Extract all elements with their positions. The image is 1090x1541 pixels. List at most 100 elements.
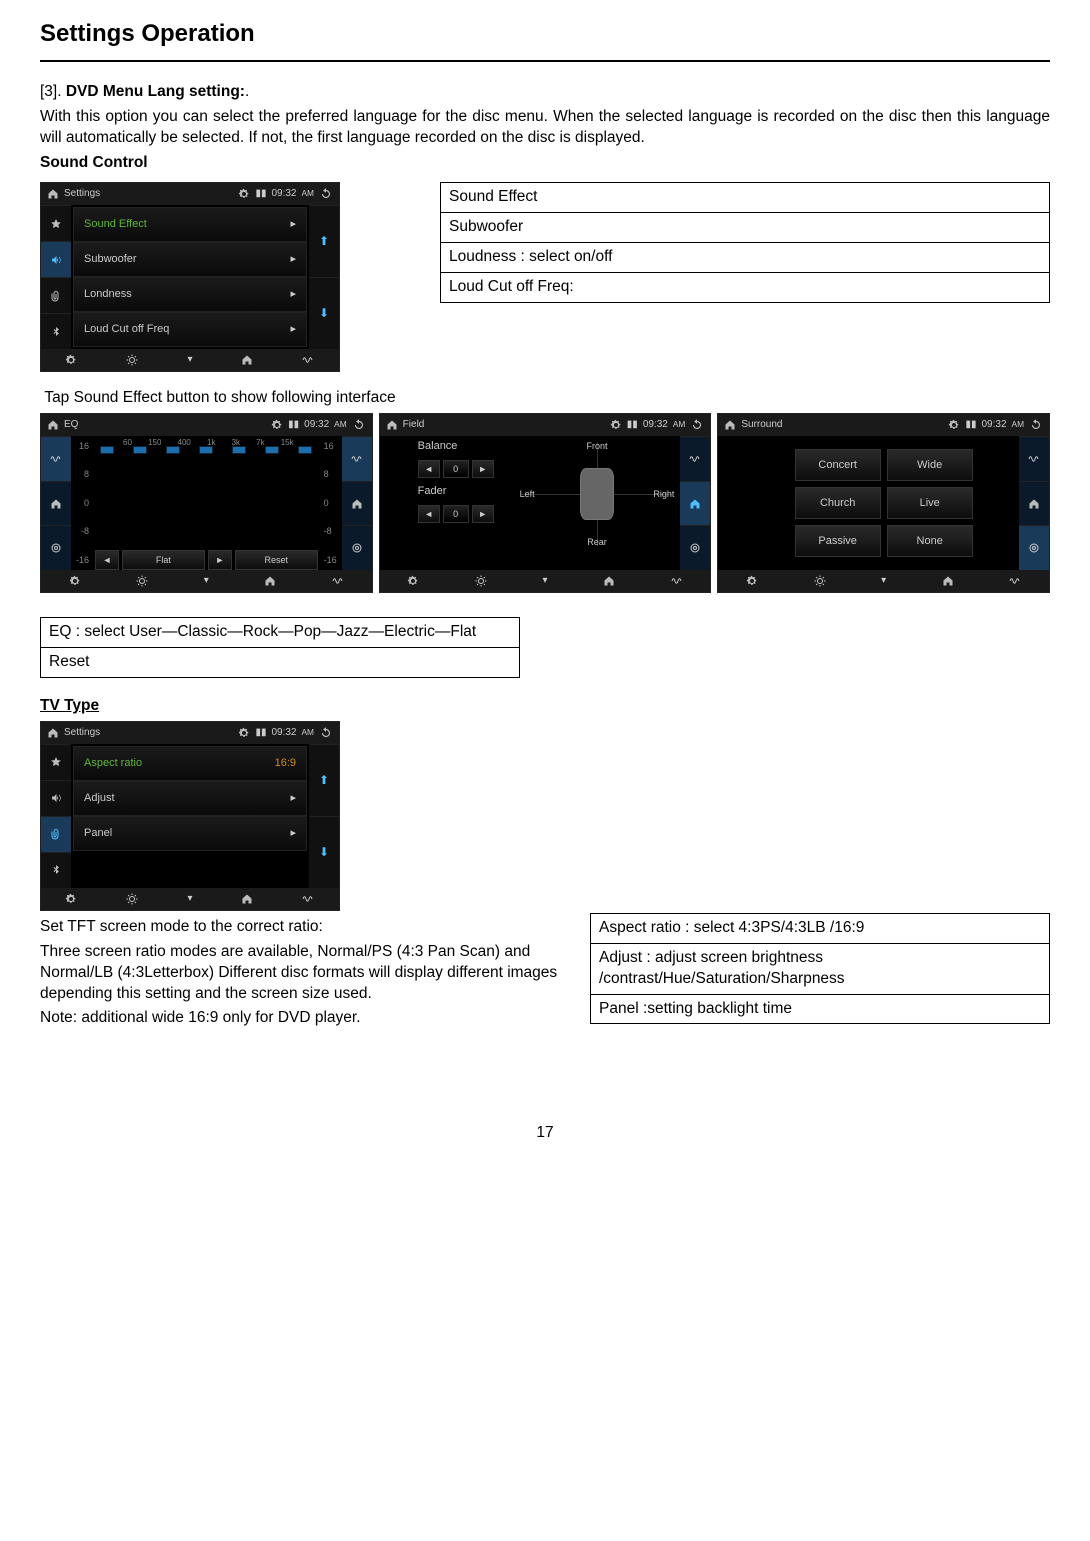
bot-wave-icon[interactable] (332, 575, 344, 587)
surround-church-button[interactable]: Church (795, 487, 881, 519)
st-r1: Sound Effect (441, 183, 1050, 213)
st-r4: Loud Cut off Freq: (441, 272, 1050, 302)
row-sound-effect[interactable]: Sound Effect▸ (73, 207, 307, 242)
bot-home-icon[interactable] (942, 575, 954, 587)
tab-eq-r[interactable] (1019, 436, 1049, 481)
bot-wave-icon[interactable] (302, 354, 314, 366)
bot-home-icon[interactable] (241, 893, 253, 905)
fader-right-button[interactable]: ► (472, 505, 494, 523)
status-icon (238, 727, 250, 739)
dvd-menu-desc: With this option you can select the pref… (40, 107, 1050, 149)
sidebar-bt[interactable] (41, 313, 71, 349)
sidebar-clip[interactable] (41, 816, 71, 852)
tab-eq-r[interactable] (342, 436, 372, 481)
scroll-down-icon[interactable]: ⬇ (309, 816, 339, 888)
row-subwoofer[interactable]: Subwoofer▸ (73, 242, 307, 277)
eq-prev-button[interactable]: ◄ (95, 550, 119, 570)
bot-gear-icon[interactable] (746, 575, 758, 587)
screenshot-tv-type: Settings ▮▮ 09:32AM ⬆ ⬇ Aspect ratio16:9… (40, 721, 340, 911)
row-panel[interactable]: Panel▸ (73, 816, 307, 851)
surround-none-button[interactable]: None (887, 525, 973, 557)
tab-field-r[interactable] (1019, 481, 1049, 526)
bot-chev-icon[interactable]: ▾ (187, 892, 192, 906)
scroll-down-icon[interactable]: ⬇ (309, 277, 339, 349)
st-r3: Loudness : select on/off (441, 242, 1050, 272)
tab-surround-r[interactable] (680, 525, 710, 570)
back-icon[interactable] (319, 187, 333, 201)
bot-gear-icon[interactable] (407, 575, 419, 587)
sidebar-bt[interactable] (41, 852, 71, 888)
fader-left-button[interactable]: ◄ (418, 505, 440, 523)
surround-live-button[interactable]: Live (887, 487, 973, 519)
surround-concert-button[interactable]: Concert (795, 449, 881, 481)
sidebar-clip[interactable] (41, 277, 71, 313)
right-scroll[interactable]: ⬆ ⬇ (309, 205, 339, 349)
sound-control-head: Sound Control (40, 153, 1050, 174)
tab-surround-r[interactable] (342, 525, 372, 570)
balance-left-button[interactable]: ◄ (418, 460, 440, 478)
status-icon (610, 419, 622, 431)
bot-home-icon[interactable] (241, 354, 253, 366)
bot-chev-icon[interactable]: ▾ (204, 574, 209, 588)
home-icon[interactable] (47, 727, 59, 739)
tap-line: Tap Sound Effect button to show followin… (40, 388, 1050, 409)
home-icon[interactable] (47, 419, 59, 431)
bot-sun-icon[interactable] (126, 893, 138, 905)
screenshot-eq: EQ ▮▮ 09:32AM 1680-8-16 601504001k3k7k15… (40, 413, 373, 593)
tab-eq-r[interactable] (680, 436, 710, 481)
row-loud-cut[interactable]: Loud Cut off Freq▸ (73, 312, 307, 347)
bot-sun-icon[interactable] (136, 575, 148, 587)
tab-field[interactable] (41, 481, 71, 526)
tft-line1: Set TFT screen mode to the correct ratio… (40, 917, 580, 938)
item-3-head: [3]. DVD Menu Lang setting:. (40, 82, 1050, 103)
sidebar-star[interactable] (41, 205, 71, 241)
tab-eq[interactable] (41, 436, 71, 481)
home-icon[interactable] (47, 188, 59, 200)
back-icon[interactable] (319, 726, 333, 740)
home-icon[interactable] (724, 419, 736, 431)
row-aspect-ratio[interactable]: Aspect ratio16:9 (73, 746, 307, 781)
bot-sun-icon[interactable] (814, 575, 826, 587)
eq-reset-button[interactable]: Reset (235, 550, 318, 570)
bot-chev-icon[interactable]: ▾ (187, 353, 192, 367)
bot-wave-icon[interactable] (1009, 575, 1021, 587)
tab-surround-r[interactable] (1019, 525, 1049, 570)
back-icon[interactable] (352, 418, 366, 432)
balance-right-button[interactable]: ► (472, 460, 494, 478)
row-adjust[interactable]: Adjust▸ (73, 781, 307, 816)
scroll-up-icon[interactable]: ⬆ (309, 205, 339, 277)
eq-sliders[interactable] (91, 436, 322, 470)
back-icon[interactable] (690, 418, 704, 432)
tft-note: Note: additional wide 16:9 only for DVD … (40, 1008, 580, 1029)
row-loudness[interactable]: Londness▸ (73, 277, 307, 312)
bot-sun-icon[interactable] (475, 575, 487, 587)
screenshot-sound-control: Settings ▮▮ 09:32AM ⬆ ⬇ Sound Effect▸ Su… (40, 182, 340, 372)
page-number: 17 (40, 1123, 1050, 1144)
bot-chev-icon[interactable]: ▾ (542, 574, 547, 588)
back-icon[interactable] (1029, 418, 1043, 432)
field-diagram: Front Rear Left Right (522, 442, 673, 546)
tab-field-r[interactable] (342, 481, 372, 526)
bot-gear-icon[interactable] (69, 575, 81, 587)
sidebar-star[interactable] (41, 744, 71, 780)
scroll-up-icon[interactable]: ⬆ (309, 744, 339, 816)
surround-wide-button[interactable]: Wide (887, 449, 973, 481)
tab-field-r[interactable] (680, 481, 710, 526)
bot-home-icon[interactable] (603, 575, 615, 587)
bot-sun-icon[interactable] (126, 354, 138, 366)
bot-gear-icon[interactable] (65, 354, 77, 366)
bot-wave-icon[interactable] (302, 893, 314, 905)
eq-next-button[interactable]: ► (208, 550, 232, 570)
sidebar-sound[interactable] (41, 241, 71, 277)
surround-passive-button[interactable]: Passive (795, 525, 881, 557)
bot-chev-icon[interactable]: ▾ (881, 574, 886, 588)
sound-control-table: Sound Effect Subwoofer Loudness : select… (440, 182, 1050, 303)
bot-gear-icon[interactable] (65, 893, 77, 905)
tvt-r1: Aspect ratio : select 4:3PS/4:3LB /16:9 (591, 913, 1050, 943)
bot-home-icon[interactable] (264, 575, 276, 587)
sidebar-sound[interactable] (41, 780, 71, 816)
bot-wave-icon[interactable] (671, 575, 683, 587)
eq-preset-button[interactable]: Flat (122, 550, 205, 570)
tab-surround[interactable] (41, 525, 71, 570)
home-icon[interactable] (386, 419, 398, 431)
